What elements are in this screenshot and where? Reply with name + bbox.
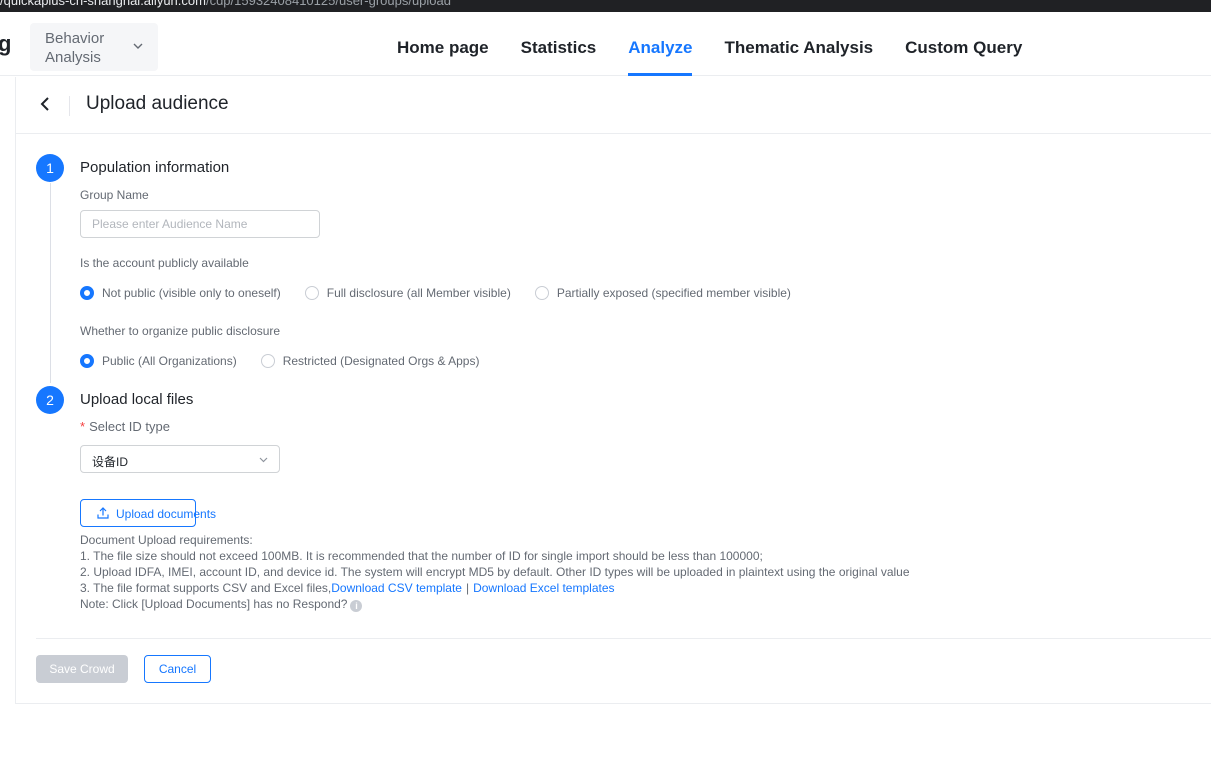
brand-logo-fragment: g bbox=[0, 31, 12, 56]
browser-url-bar[interactable]: /quickaplus-cn-shanghai.aliyun.com/cdp/1… bbox=[0, 0, 1211, 12]
step-2-indicator: 2 bbox=[36, 386, 64, 414]
id-type-label: * Select ID type bbox=[80, 419, 170, 434]
public-availability-radio-group: Not public (visible only to oneself) Ful… bbox=[80, 284, 815, 302]
step-2-title: Upload local files bbox=[80, 391, 194, 408]
footer-divider bbox=[36, 638, 1211, 639]
module-select[interactable]: Behavior Analysis bbox=[30, 23, 158, 71]
url-text: /quickaplus-cn-shanghai.aliyun.com/cdp/1… bbox=[0, 0, 451, 8]
tab-thematic-analysis[interactable]: Thematic Analysis bbox=[708, 12, 889, 76]
upload-icon bbox=[97, 507, 109, 519]
save-crowd-button[interactable]: Save Crowd bbox=[36, 655, 128, 683]
upload-note: Note: Click [Upload Documents] has no Re… bbox=[80, 596, 910, 612]
info-icon[interactable]: i bbox=[350, 600, 363, 612]
radio-unchecked-icon bbox=[304, 286, 319, 300]
page-header: Upload audience bbox=[16, 77, 1211, 134]
upload-note-text: Note: Click [Upload Documents] has no Re… bbox=[80, 597, 348, 611]
module-select-label: Behavior Analysis bbox=[45, 30, 105, 66]
page-title: Upload audience bbox=[86, 93, 229, 114]
tab-analyze[interactable]: Analyze bbox=[612, 12, 708, 76]
tab-custom-query[interactable]: Custom Query bbox=[889, 12, 1038, 76]
radio-unchecked-icon bbox=[260, 354, 275, 368]
cancel-button[interactable]: Cancel bbox=[144, 655, 211, 683]
upload-documents-button[interactable]: Upload documents bbox=[80, 499, 216, 527]
group-name-label: Group Name bbox=[80, 188, 149, 202]
org-disclosure-label: Whether to organize public disclosure bbox=[80, 324, 281, 338]
header-divider bbox=[69, 96, 70, 116]
upload-requirements: Document Upload requirements: 1. The fil… bbox=[80, 532, 910, 612]
requirement-1: 1. The file size should not exceed 100MB… bbox=[80, 549, 763, 563]
upload-documents-label: Upload documents bbox=[116, 507, 217, 521]
id-type-label-text: Select ID type bbox=[89, 419, 170, 434]
step-1-indicator: 1 bbox=[36, 154, 64, 182]
radio-checked-icon bbox=[80, 286, 94, 300]
radio-not-public[interactable]: Not public (visible only to oneself) bbox=[80, 286, 281, 300]
tab-home-page[interactable]: Home page bbox=[381, 12, 505, 76]
radio-public-all-orgs[interactable]: Public (All Organizations) bbox=[80, 354, 237, 368]
requirement-3: 3. The file format supports CSV and Exce… bbox=[80, 580, 910, 596]
link-separator: | bbox=[465, 581, 470, 595]
radio-label: Public (All Organizations) bbox=[102, 354, 237, 368]
step-1-title: Population information bbox=[80, 159, 230, 176]
requirement-3-text: 3. The file format supports CSV and Exce… bbox=[80, 581, 332, 595]
public-availability-label: Is the account publicly available bbox=[80, 256, 249, 270]
chevron-down-icon bbox=[259, 457, 268, 463]
radio-label: Not public (visible only to oneself) bbox=[102, 286, 281, 300]
nav-tabs: Home page Statistics Analyze Thematic An… bbox=[381, 12, 1038, 76]
radio-full-disclosure[interactable]: Full disclosure (all Member visible) bbox=[304, 286, 511, 300]
requirements-heading: Document Upload requirements: bbox=[80, 533, 253, 547]
main-content: Upload audience 1 Population information… bbox=[15, 77, 1211, 704]
top-navigation: g Behavior Analysis Home page Statistics… bbox=[0, 12, 1211, 76]
chevron-down-icon bbox=[133, 43, 143, 49]
radio-unchecked-icon bbox=[534, 286, 549, 300]
id-type-select[interactable]: 设备ID bbox=[80, 445, 280, 473]
step-connector-line bbox=[50, 183, 51, 383]
tab-statistics[interactable]: Statistics bbox=[505, 12, 613, 76]
radio-checked-icon bbox=[80, 354, 94, 368]
radio-label: Restricted (Designated Orgs & Apps) bbox=[282, 354, 480, 368]
chevron-left-icon[interactable] bbox=[36, 93, 54, 115]
radio-partially-exposed[interactable]: Partially exposed (specified member visi… bbox=[534, 286, 791, 300]
radio-restricted[interactable]: Restricted (Designated Orgs & Apps) bbox=[260, 354, 480, 368]
org-disclosure-radio-group: Public (All Organizations) Restricted (D… bbox=[80, 352, 503, 370]
radio-label: Full disclosure (all Member visible) bbox=[326, 286, 511, 300]
download-excel-templates-link[interactable]: Download Excel templates bbox=[473, 581, 614, 595]
id-type-value: 设备ID bbox=[92, 455, 129, 469]
required-mark: * bbox=[80, 419, 86, 434]
download-csv-template-link[interactable]: Download CSV template bbox=[331, 581, 462, 595]
requirement-2: 2. Upload IDFA, IMEI, account ID, and de… bbox=[80, 565, 910, 579]
radio-label: Partially exposed (specified member visi… bbox=[556, 286, 791, 300]
group-name-input[interactable] bbox=[80, 210, 320, 238]
